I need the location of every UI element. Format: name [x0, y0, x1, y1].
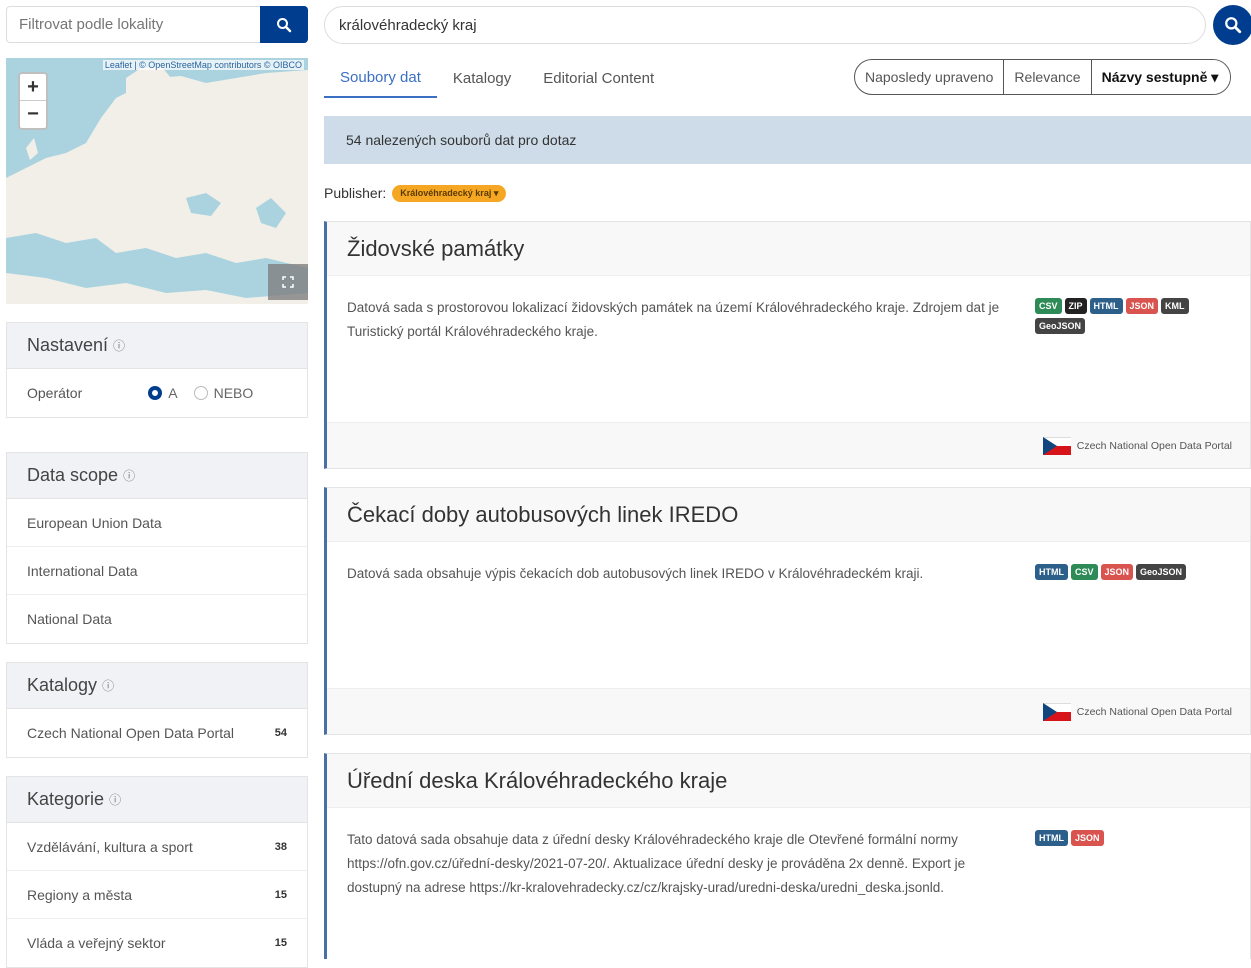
operator-or-radio[interactable]: NEBO — [193, 385, 253, 401]
publisher-label: Publisher: — [324, 185, 387, 201]
sort-name-desc-button[interactable]: Názvy sestupně ▾ — [1091, 60, 1231, 94]
operator-label: Operátor — [27, 385, 83, 401]
dataset-description: Datová sada s prostorovou lokalizací žid… — [347, 300, 1000, 339]
categories-header: Kategorie ⓘ — [7, 777, 307, 823]
dataset-description: Datová sada obsahuje výpis čekacích dob … — [347, 566, 924, 581]
category-item[interactable]: Vzdělávání, kultura a sport 38 — [7, 823, 307, 871]
dataset-title[interactable]: Úřední deska Královéhradeckého kraje — [327, 754, 1250, 808]
dataset-body: Datová sada obsahuje výpis čekacích dob … — [327, 542, 1250, 688]
czech-flag-icon — [1042, 436, 1071, 455]
search-button[interactable] — [1213, 5, 1251, 45]
publisher-filter: Publisher: Královéhradecký kraj ▾ — [324, 183, 507, 203]
categories-title: Kategorie — [27, 789, 105, 809]
count-badge: 38 — [274, 840, 287, 853]
tab-datasets[interactable]: Soubory dat — [324, 58, 437, 98]
dataset-footer: Czech National Open Data Portal — [327, 688, 1250, 734]
dataset-card: Úřední deska Královéhradeckého kraje Tat… — [324, 753, 1251, 959]
location-filter-input[interactable] — [7, 7, 261, 42]
result-count-text: 54 nalezených souborů dat pro dotaz — [346, 132, 577, 148]
operator-row: Operátor A NEBO — [7, 369, 307, 417]
catalog-name[interactable]: Czech National Open Data Portal — [1077, 440, 1232, 452]
format-badge[interactable]: HTML — [1035, 830, 1068, 846]
dataset-card: Čekací doby autobusových linek IREDO Dat… — [324, 487, 1251, 735]
radio-unchecked-icon — [193, 386, 208, 400]
settings-title: Nastavení — [27, 335, 109, 355]
catalog-name[interactable]: Czech National Open Data Portal — [1077, 706, 1232, 718]
format-badge[interactable]: JSON — [1071, 830, 1104, 846]
format-badge[interactable]: JSON — [1100, 564, 1134, 580]
help-icon[interactable]: ⓘ — [102, 677, 114, 694]
settings-header: Nastavení ⓘ — [7, 323, 307, 369]
data-scope-item[interactable]: National Data — [7, 595, 307, 643]
format-badge[interactable]: CSV — [1035, 298, 1062, 314]
search-input[interactable]: královéhradecký kraj — [324, 6, 1206, 44]
format-badge[interactable]: GeoJSON — [1035, 318, 1086, 334]
map[interactable]: Leaflet | © OpenStreetMap contributors ©… — [6, 58, 308, 304]
search-icon — [277, 17, 292, 32]
catalogs-panel: Katalogy ⓘ Czech National Open Data Port… — [6, 662, 308, 758]
location-search-button[interactable] — [260, 6, 308, 43]
count-badge: 15 — [274, 888, 287, 901]
dataset-body: Datová sada s prostorovou lokalizací žid… — [327, 276, 1250, 422]
format-badge[interactable]: JSON — [1125, 298, 1159, 314]
settings-panel: Nastavení ⓘ Operátor A NEBO — [6, 322, 308, 418]
search-value: královéhradecký kraj — [339, 16, 477, 34]
help-icon[interactable]: ⓘ — [109, 791, 121, 808]
catalogs-title: Katalogy — [27, 675, 98, 695]
data-scope-header: Data scope ⓘ — [7, 453, 307, 499]
czech-flag-icon — [1042, 702, 1071, 721]
catalog-item[interactable]: Czech National Open Data Portal 54 — [7, 709, 307, 757]
sort-last-modified-button[interactable]: Naposledy upraveno — [855, 60, 1005, 94]
format-badge[interactable]: HTML — [1089, 298, 1123, 314]
format-badges: HTML JSON — [1035, 830, 1235, 846]
data-scope-title: Data scope — [27, 465, 119, 485]
fullscreen-icon — [282, 276, 294, 288]
category-item[interactable]: Vláda a veřejný sektor 15 — [7, 919, 307, 967]
tab-catalogs[interactable]: Katalogy — [437, 58, 527, 98]
operator-and-radio[interactable]: A — [148, 385, 178, 401]
europe-map — [6, 58, 308, 304]
categories-panel: Kategorie ⓘ Vzdělávání, kultura a sport … — [6, 776, 308, 968]
format-badge[interactable]: ZIP — [1064, 298, 1087, 314]
fullscreen-button[interactable] — [268, 264, 308, 300]
format-badge[interactable]: HTML — [1035, 564, 1068, 580]
dataset-description: Tato datová sada obsahuje data z úřední … — [347, 832, 966, 895]
map-attribution[interactable]: Leaflet | © OpenStreetMap contributors ©… — [102, 60, 304, 70]
data-scope-item[interactable]: European Union Data — [7, 499, 307, 547]
dataset-title[interactable]: Čekací doby autobusových linek IREDO — [327, 488, 1250, 542]
catalogs-header: Katalogy ⓘ — [7, 663, 307, 709]
zoom-out-button[interactable]: − — [20, 101, 46, 128]
data-scope-panel: Data scope ⓘ European Union Data Interna… — [6, 452, 308, 644]
count-badge: 54 — [274, 727, 287, 739]
result-tabs: Soubory dat Katalogy Editorial Content — [324, 58, 844, 98]
search-icon — [1225, 17, 1242, 34]
category-item[interactable]: Regiony a města 15 — [7, 871, 307, 919]
tab-editorial-content[interactable]: Editorial Content — [527, 58, 670, 98]
format-badge[interactable]: CSV — [1071, 564, 1098, 580]
map-zoom-control: + − — [18, 72, 48, 130]
format-badge[interactable]: KML — [1161, 298, 1189, 314]
dataset-footer: Czech National Open Data Portal — [327, 422, 1250, 468]
data-scope-item[interactable]: International Data — [7, 547, 307, 595]
sort-group: Naposledy upraveno Relevance Názvy sestu… — [854, 59, 1232, 95]
zoom-in-button[interactable]: + — [20, 74, 46, 101]
help-icon[interactable]: ⓘ — [123, 467, 135, 484]
dataset-title[interactable]: Židovské památky — [327, 222, 1250, 276]
publisher-chip[interactable]: Královéhradecký kraj ▾ — [392, 184, 507, 202]
format-badge[interactable]: GeoJSON — [1136, 564, 1187, 580]
help-icon[interactable]: ⓘ — [113, 337, 125, 354]
radio-checked-icon — [148, 386, 163, 400]
dataset-body: Tato datová sada obsahuje data z úřední … — [327, 808, 1250, 920]
dataset-card: Židovské památky Datová sada s prostorov… — [324, 221, 1251, 469]
format-badges: CSV ZIP HTML JSON KML GeoJSON — [1035, 298, 1235, 334]
chevron-down-icon: ▾ — [493, 187, 499, 198]
format-badges: HTML CSV JSON GeoJSON — [1035, 564, 1235, 580]
count-badge: 15 — [274, 937, 287, 949]
result-count-bar: 54 nalezených souborů dat pro dotaz — [324, 116, 1251, 164]
sort-relevance-button[interactable]: Relevance — [1004, 60, 1092, 94]
